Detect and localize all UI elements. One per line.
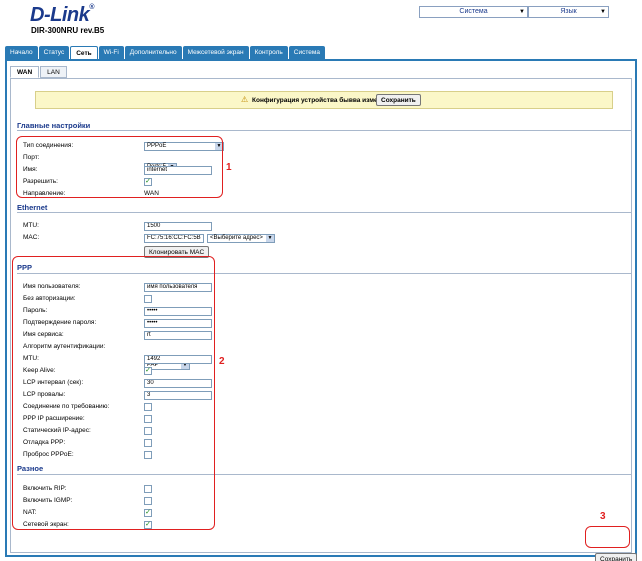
system-select[interactable]: Система ▼ xyxy=(419,6,528,18)
chevron-down-icon: ▼ xyxy=(266,235,274,242)
tab-network[interactable]: Сеть xyxy=(70,46,98,59)
warning-icon: ⚠ xyxy=(241,95,249,104)
tab-system[interactable]: Система xyxy=(288,46,325,59)
chevron-down-icon: ▼ xyxy=(600,9,606,15)
section-ethernet-title: Ethernet xyxy=(17,203,48,212)
model-label: DIR-300NRU rev.B5 xyxy=(31,26,105,35)
tab-status[interactable]: Статус xyxy=(38,46,70,59)
sub-nav: WAN LAN xyxy=(10,66,68,78)
notice-save-button[interactable]: Сохранить xyxy=(376,94,421,106)
callout-number-2: 2 xyxy=(219,356,225,367)
divider xyxy=(17,130,631,131)
chevron-down-icon: ▼ xyxy=(519,9,525,15)
config-changed-notice: ⚠ Конфигурация устройства бывва изменена… xyxy=(35,91,613,109)
mac-address-select[interactable]: <Выберите адрес> ▼ xyxy=(207,234,275,243)
tab-firewall[interactable]: Межсетевой экран xyxy=(182,46,249,59)
tab-lan[interactable]: LAN xyxy=(40,66,67,78)
language-select[interactable]: Язык ▼ xyxy=(528,6,609,18)
highlight-box-ppp xyxy=(12,256,215,530)
tab-advanced[interactable]: Дополнительно xyxy=(124,46,182,59)
save-button[interactable]: Сохранить xyxy=(595,553,638,561)
tab-control[interactable]: Контроль xyxy=(249,46,288,59)
highlight-box-main-settings xyxy=(16,136,223,198)
callout-number-3: 3 xyxy=(600,511,606,522)
section-main-title: Главные настройки xyxy=(17,121,91,130)
main-nav: Начало Статус Сеть Wi-Fi Дополнительно М… xyxy=(5,46,326,59)
tab-wan[interactable]: WAN xyxy=(10,66,40,78)
eth-mtu-label: MTU: xyxy=(23,222,39,229)
tab-home[interactable]: Начало xyxy=(5,46,38,59)
notice-text: Конфигурация устройства бывва изменена xyxy=(252,97,393,104)
divider xyxy=(17,212,631,213)
highlight-box-save xyxy=(585,526,630,548)
eth-mtu-field[interactable]: 1500 xyxy=(144,222,212,231)
mac-label: MAC: xyxy=(23,234,40,241)
mac-field[interactable]: FC:75:16:CC:FC:5B xyxy=(144,234,204,243)
d-link-logo: D-Link® xyxy=(30,4,94,26)
callout-number-1: 1 xyxy=(226,162,232,173)
tab-wifi[interactable]: Wi-Fi xyxy=(98,46,124,59)
